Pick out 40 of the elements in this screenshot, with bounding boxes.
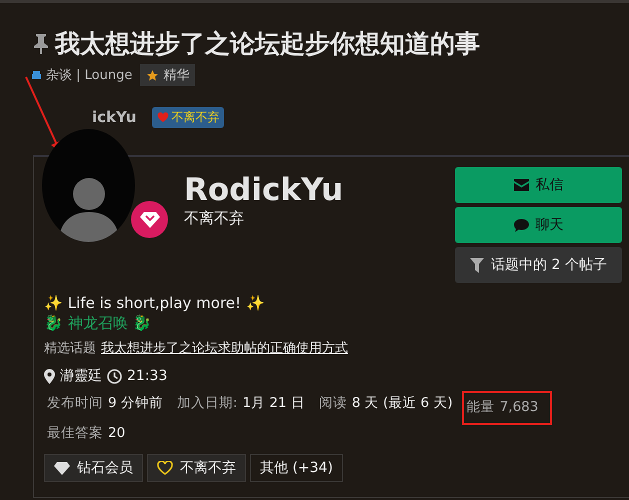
badge-chip[interactable]: 钻石会员 [44, 454, 143, 482]
topic-title: 我太想进步了之论坛起步你想知道的事 [55, 28, 480, 60]
chat-icon [514, 218, 528, 232]
mail-icon [514, 179, 528, 191]
message-button[interactable]: 私信 [455, 167, 622, 203]
local-time: 21:33 [127, 368, 168, 384]
stat-value: 7,683 [500, 398, 538, 417]
stat-value: 8 天 (最近 6 天) [352, 394, 453, 413]
badge-chip[interactable]: 其他 (+34) [250, 454, 343, 482]
star-icon [146, 68, 160, 82]
bio-line: 🐉 神龙召唤 🐉 [44, 313, 153, 333]
stat-label: 阅读 [318, 394, 347, 413]
user-name[interactable]: RodickYu [184, 171, 344, 209]
diamond-icon [54, 462, 70, 474]
stat-label: 发布时间 [47, 394, 103, 413]
heart-icon [157, 461, 173, 475]
badge-chip[interactable]: 不离不弃 [147, 454, 246, 482]
clock-icon [107, 368, 122, 384]
stat-label: 能量 [466, 398, 495, 417]
stat-value: 9 分钟前 [108, 394, 163, 413]
bio-line: ✨ Life is short,play more! ✨ [44, 293, 266, 313]
filter-icon [470, 258, 484, 272]
stat-value: 1月 21 日 [242, 394, 305, 413]
location: 瀞靈廷 [60, 367, 102, 385]
pin-icon [33, 32, 49, 54]
heart-icon [157, 112, 170, 122]
category-link[interactable]: 杂谈 | Lounge [31, 66, 132, 84]
filter-button[interactable]: 话题中的 2 个帖子 [455, 247, 622, 283]
sofa-icon [31, 71, 42, 79]
user-title: 不离不弃 [184, 209, 245, 228]
featured-topic-link[interactable]: 我太想进步了之论坛求助帖的正确使用方式 [101, 339, 348, 357]
featured-label: 精选话题 [44, 340, 96, 357]
poster-name[interactable]: ickYu [92, 108, 136, 126]
tag[interactable]: 精华 [140, 64, 196, 86]
stat-label: 最佳答案 [47, 424, 103, 443]
poster-badge: 不离不弃 [152, 106, 224, 128]
location-icon [44, 368, 55, 384]
chat-button[interactable]: 聊天 [455, 207, 622, 243]
stat-label: 加入日期: [176, 394, 238, 413]
stat-value: 20 [108, 424, 126, 443]
